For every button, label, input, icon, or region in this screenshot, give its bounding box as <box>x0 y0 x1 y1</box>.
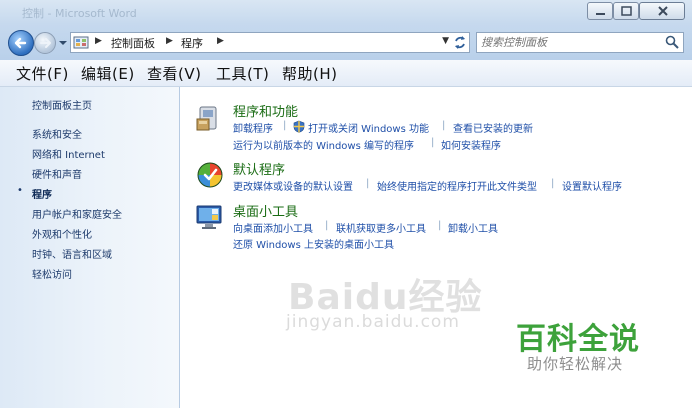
programs-icon <box>196 106 217 131</box>
recent-pages-dropdown-icon[interactable] <box>58 38 68 48</box>
sidebar-item-clock-language[interactable]: 时钟、语言和区域 <box>32 246 112 261</box>
link-separator: | <box>431 137 435 148</box>
menu-edit[interactable]: 编辑(E) <box>81 63 135 84</box>
breadcrumb-programs[interactable]: 程序 <box>181 35 203 51</box>
menu-file[interactable]: 文件(F) <box>16 63 69 84</box>
forward-arrow-icon <box>40 38 51 48</box>
link-uninstall-program[interactable]: 卸载程序 <box>233 120 273 135</box>
sidebar-home-link[interactable]: 控制面板主页 <box>32 97 92 112</box>
link-always-use-program[interactable]: 始终使用指定的程序打开此文件类型 <box>377 178 537 193</box>
close-button[interactable] <box>639 2 685 20</box>
link-separator: | <box>283 120 287 131</box>
search-box[interactable] <box>476 32 684 53</box>
back-arrow-icon <box>14 37 27 49</box>
shield-icon <box>293 120 305 133</box>
link-uninstall-gadget[interactable]: 卸载小工具 <box>448 220 498 235</box>
default-programs-icon <box>197 162 223 188</box>
menu-tools[interactable]: 工具(T) <box>216 63 269 84</box>
sidebar-item-user-accounts[interactable]: 用户帐户和家庭安全 <box>32 206 122 221</box>
sidebar-item-network[interactable]: 网络和 Internet <box>32 146 105 161</box>
sidebar: 控制面板主页 系统和安全 网络和 Internet 硬件和声音 程序 用户帐户和… <box>0 87 180 408</box>
close-icon <box>658 6 668 16</box>
category-title-default-programs[interactable]: 默认程序 <box>233 159 285 178</box>
breadcrumb-arrow-icon[interactable]: ▶ <box>217 36 224 46</box>
breadcrumb-arrow-icon[interactable]: ▶ <box>166 36 173 46</box>
breadcrumb-control-panel[interactable]: 控制面板 <box>111 35 155 51</box>
minimize-button[interactable] <box>587 2 613 20</box>
brand-watermark: 百科全说 <box>516 322 640 357</box>
maximize-button[interactable] <box>613 2 639 20</box>
active-item-bullet-icon: • <box>17 185 23 196</box>
breadcrumb-arrow-icon[interactable]: ▶ <box>95 36 102 46</box>
maximize-icon <box>621 6 632 16</box>
address-dropdown-icon[interactable]: ▼ <box>442 36 449 46</box>
control-panel-icon <box>73 36 89 49</box>
menu-view[interactable]: 查看(V) <box>147 63 201 84</box>
address-bar[interactable]: ▶ 控制面板 ▶ 程序 ▶ ▼ <box>70 32 470 53</box>
nav-buttons <box>8 30 70 56</box>
search-icon[interactable] <box>665 35 679 49</box>
window-title: 控制 - Microsoft Word <box>22 7 137 20</box>
minimize-icon <box>596 13 605 15</box>
link-separator: | <box>551 178 555 189</box>
link-add-gadgets[interactable]: 向桌面添加小工具 <box>233 220 313 235</box>
refresh-icon[interactable] <box>450 32 470 53</box>
menu-bar: 文件(F) 编辑(E) 查看(V) 工具(T) 帮助(H) <box>0 60 692 87</box>
link-change-media-defaults[interactable]: 更改媒体或设备的默认设置 <box>233 178 353 193</box>
window-frame: 控制 - Microsoft Word ▶ 控制面板 ▶ 程序 ▶ ▼ <box>0 0 692 60</box>
link-separator: | <box>442 120 446 131</box>
link-restore-gadgets[interactable]: 还原 Windows 上安装的桌面小工具 <box>233 236 394 251</box>
category-title-programs[interactable]: 程序和功能 <box>233 101 298 120</box>
sidebar-item-programs[interactable]: 程序 <box>32 186 52 201</box>
link-separator: | <box>366 178 370 189</box>
link-separator: | <box>438 220 442 231</box>
forward-button[interactable] <box>34 32 56 54</box>
sidebar-item-appearance[interactable]: 外观和个性化 <box>32 226 92 241</box>
link-set-default-programs[interactable]: 设置默认程序 <box>562 178 622 193</box>
link-how-to-install[interactable]: 如何安装程序 <box>441 137 501 152</box>
link-run-older-programs[interactable]: 运行为以前版本的 Windows 编写的程序 <box>233 137 414 152</box>
baidu-url-watermark: jingyan.baidu.com <box>286 312 460 332</box>
sidebar-item-ease-of-access[interactable]: 轻松访问 <box>32 266 72 281</box>
category-title-desktop-gadgets[interactable]: 桌面小工具 <box>233 201 298 220</box>
link-separator: | <box>325 220 329 231</box>
link-turn-windows-features[interactable]: 打开或关闭 Windows 功能 <box>308 120 429 135</box>
gadgets-icon <box>196 205 222 229</box>
search-input[interactable] <box>481 34 661 51</box>
back-button[interactable] <box>8 30 34 56</box>
sidebar-item-hardware-sound[interactable]: 硬件和声音 <box>32 166 82 181</box>
link-view-installed-updates[interactable]: 查看已安装的更新 <box>453 120 533 135</box>
menu-help[interactable]: 帮助(H) <box>282 63 337 84</box>
brand-slogan-watermark: 助你轻松解决 <box>527 355 624 373</box>
sidebar-item-system-security[interactable]: 系统和安全 <box>32 126 82 141</box>
link-get-more-gadgets[interactable]: 联机获取更多小工具 <box>336 220 426 235</box>
